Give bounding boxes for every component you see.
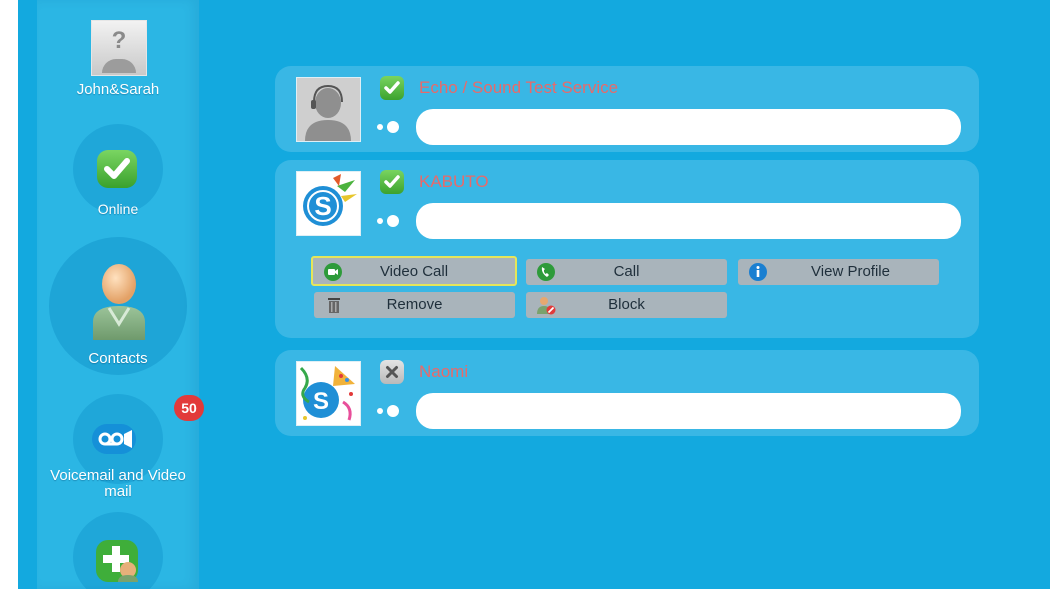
- avatar-silhouette: [102, 59, 136, 73]
- contact-avatar: S: [296, 361, 361, 426]
- mood-message-field[interactable]: [416, 203, 961, 239]
- nav-online-label: Online: [97, 201, 139, 217]
- profile-avatar[interactable]: ?: [91, 20, 147, 76]
- svg-text:S: S: [313, 388, 329, 415]
- mood-bubble-icon: [377, 404, 409, 418]
- mood-bubble-icon: [377, 214, 409, 228]
- view-profile-button[interactable]: View Profile: [738, 259, 939, 285]
- nav-voicemail-label: Voicemail and Video mail: [50, 467, 186, 500]
- contact-avatar: S: [296, 171, 361, 236]
- contact-card[interactable]: Echo / Sound Test Service: [275, 66, 979, 152]
- voicemail-icon: [92, 424, 136, 454]
- mood-bubble-icon: [377, 120, 409, 134]
- block-label: Block: [608, 296, 645, 313]
- nav-contacts-label: Contacts: [88, 350, 148, 367]
- sidebar: ? John&Sarah Online Contacts 50 Voicemai…: [37, 0, 204, 589]
- video-call-label: Video Call: [379, 263, 449, 280]
- profile-name[interactable]: John&Sarah: [37, 82, 199, 98]
- contact-avatar: [296, 77, 361, 142]
- contact-name: Naomi: [419, 362, 469, 381]
- offline-status-icon: [380, 360, 404, 384]
- svg-text:S: S: [314, 191, 331, 221]
- remove-label: Remove: [386, 296, 443, 313]
- contact-name: Echo / Sound Test Service: [419, 78, 619, 97]
- contact-card-selected[interactable]: S KABUTO Video Call Call View Profile Re…: [275, 160, 979, 338]
- online-status-icon: [380, 170, 404, 194]
- mood-message-field[interactable]: [416, 109, 961, 145]
- person-icon: [91, 262, 147, 340]
- left-margin: [0, 0, 18, 589]
- view-profile-label: View Profile: [811, 263, 890, 280]
- call-label: Call: [613, 263, 640, 280]
- contact-name: KABUTO: [419, 172, 489, 191]
- contact-card[interactable]: S Naomi: [275, 350, 979, 436]
- remove-button[interactable]: Remove: [314, 292, 515, 318]
- online-status-icon: [380, 76, 404, 100]
- avatar-placeholder: ?: [111, 27, 127, 54]
- voicemail-count-badge: 50: [174, 395, 204, 421]
- app-window: ? John&Sarah Online Contacts 50 Voicemai…: [0, 0, 1050, 589]
- online-check-icon: [97, 150, 137, 188]
- block-button[interactable]: Block: [526, 292, 727, 318]
- mood-message-field[interactable]: [416, 393, 961, 429]
- call-button[interactable]: Call: [526, 259, 727, 285]
- video-call-button[interactable]: Video Call: [311, 256, 517, 286]
- add-contact-icon: [96, 540, 140, 582]
